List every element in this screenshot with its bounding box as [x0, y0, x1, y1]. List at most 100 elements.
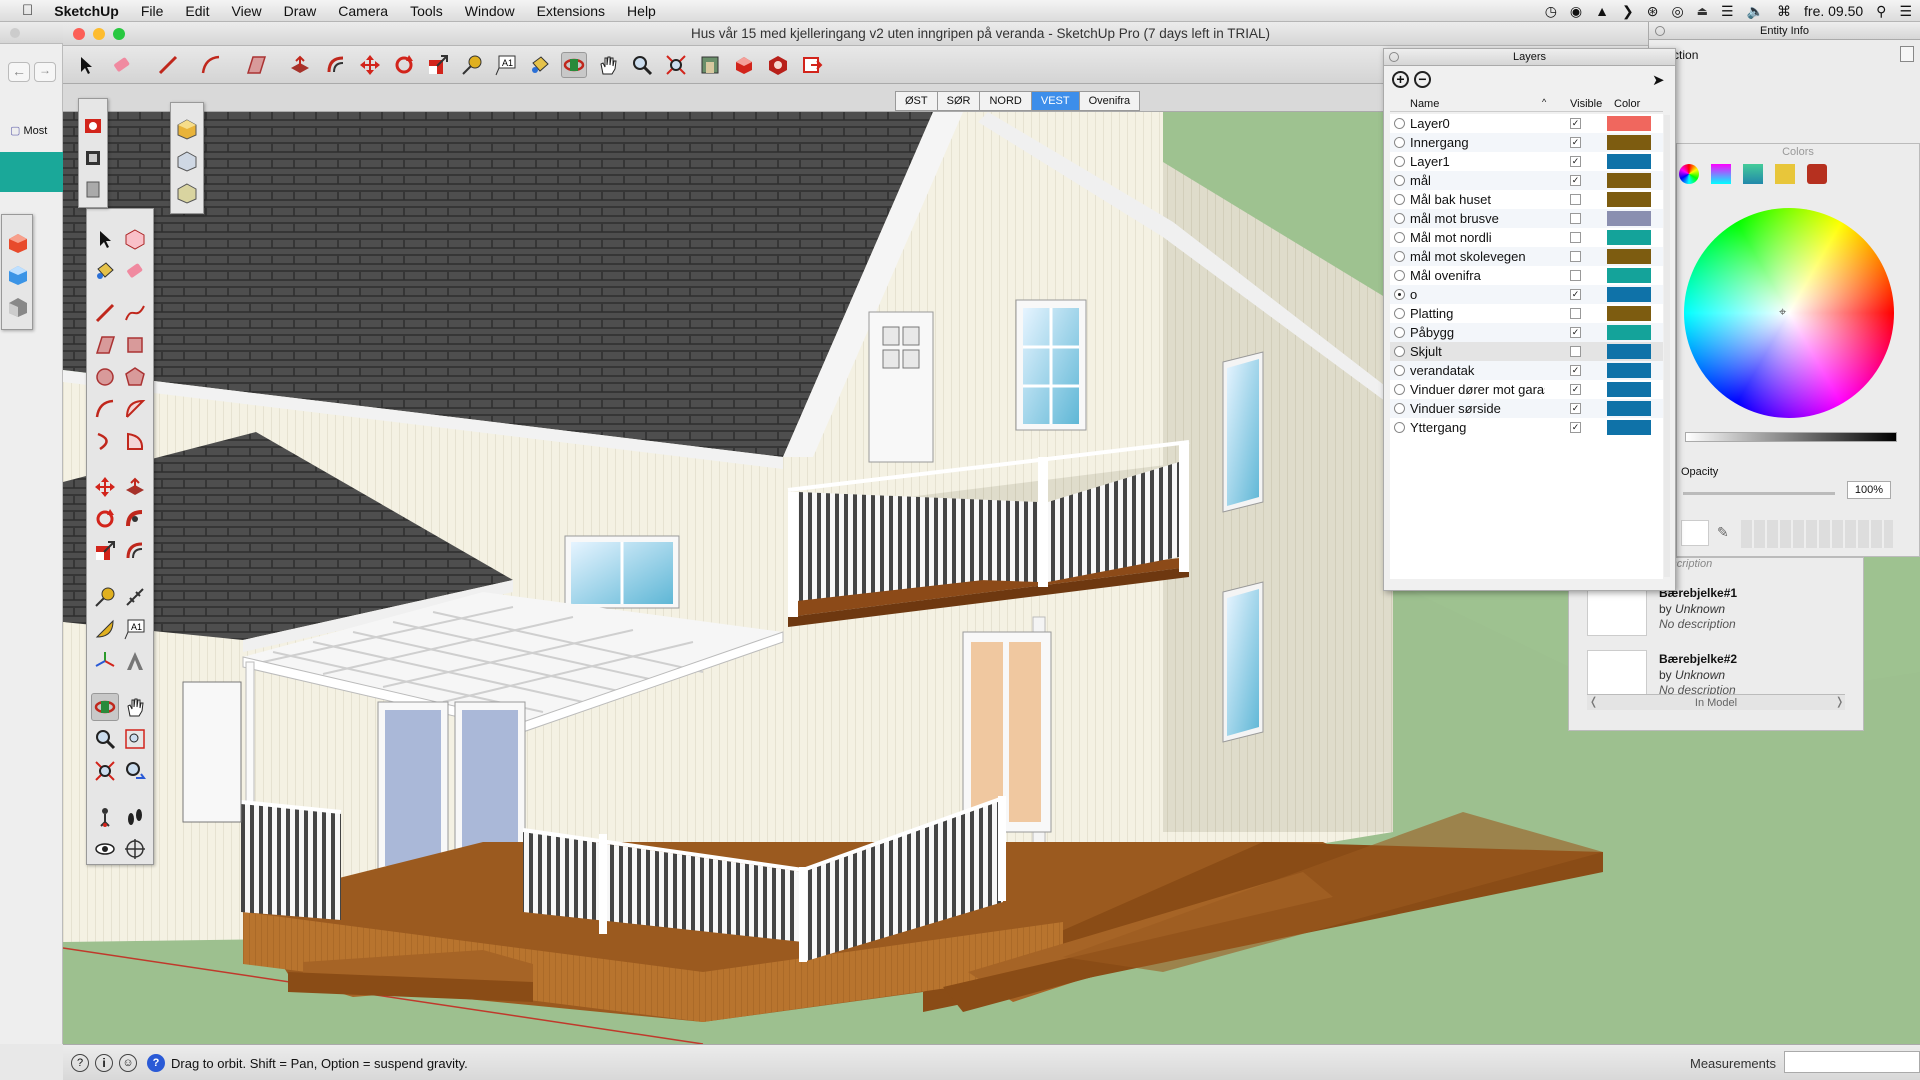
layer-name[interactable]: Layer1 — [1410, 154, 1545, 169]
layer-color-swatch[interactable] — [1607, 382, 1651, 397]
layout-send-icon[interactable] — [799, 52, 825, 78]
text-icon[interactable]: A1 — [121, 615, 149, 643]
zoom-tool-icon[interactable] — [629, 52, 655, 78]
close-panel-icon[interactable] — [1655, 26, 1665, 36]
brightness-slider[interactable] — [1685, 432, 1897, 442]
move-tool-icon[interactable] — [357, 52, 383, 78]
nav-right-icon[interactable]: ❭ — [1835, 695, 1844, 708]
active-layer-radio[interactable] — [1394, 422, 1405, 433]
paint-bucket-icon[interactable] — [91, 257, 119, 285]
visible-checkbox[interactable] — [1570, 213, 1581, 224]
layer-name[interactable]: Mål mot nordli — [1410, 230, 1545, 245]
visible-checkbox[interactable]: ✓ — [1570, 289, 1581, 300]
tape-measure-icon[interactable] — [91, 583, 119, 611]
notification-icon[interactable]: ◎ — [1671, 3, 1683, 20]
menu-edit[interactable]: Edit — [174, 0, 220, 22]
visible-checkbox[interactable]: ✓ — [1570, 384, 1581, 395]
layer-name[interactable]: Vinduer sørside — [1410, 401, 1545, 416]
active-layer-radio[interactable] — [1394, 118, 1405, 129]
layer-color-swatch[interactable] — [1607, 287, 1651, 302]
visible-checkbox[interactable] — [1570, 346, 1581, 357]
3d-text-icon[interactable] — [121, 647, 149, 675]
layers-scrollbar[interactable] — [1664, 115, 1670, 577]
line-icon[interactable] — [91, 299, 119, 327]
layer-name[interactable]: Yttergang — [1410, 420, 1545, 435]
layer-color-swatch[interactable] — [1607, 173, 1651, 188]
polygon-icon[interactable] — [121, 363, 149, 391]
scene-tab[interactable]: NORD — [980, 92, 1032, 110]
walk-icon[interactable] — [121, 803, 149, 831]
select-tool-icon[interactable] — [73, 52, 99, 78]
pan-icon[interactable] — [121, 693, 149, 721]
layer-row[interactable]: Innergang ✓ — [1390, 133, 1663, 152]
layer-name[interactable]: Platting — [1410, 306, 1545, 321]
rotate-tool-icon[interactable] — [391, 52, 417, 78]
nav-left-icon[interactable]: ❬ — [1589, 695, 1598, 708]
scene-tab[interactable]: VEST — [1031, 92, 1080, 110]
bookmark-most-visited[interactable]: ▢ Most — [10, 124, 47, 137]
layer-row[interactable]: Layer0 ✓ — [1390, 114, 1663, 133]
layer-color-swatch[interactable] — [1607, 116, 1651, 131]
layer-row[interactable]: mål mot skolevegen — [1390, 247, 1663, 266]
layer-row[interactable]: Vinduer dører mot garasje ✓ — [1390, 380, 1663, 399]
arc-icon[interactable] — [91, 395, 119, 423]
rectangle-icon[interactable] — [91, 331, 119, 359]
delete-layer-button[interactable]: − — [1414, 71, 1431, 88]
menu-camera[interactable]: Camera — [327, 0, 399, 22]
previous-view-icon[interactable] — [121, 757, 149, 785]
user-icon[interactable]: ☺ — [119, 1054, 137, 1072]
text-tool-icon[interactable]: A1 — [493, 52, 519, 78]
image-palettes-tab-icon[interactable] — [1775, 164, 1795, 184]
visible-checkbox[interactable]: ✓ — [1570, 137, 1581, 148]
layer-color-swatch[interactable] — [1607, 268, 1651, 283]
measurements-field[interactable] — [1784, 1051, 1920, 1073]
wifi-icon[interactable]: ☰ — [1721, 3, 1734, 20]
zoom-window-icon[interactable] — [121, 725, 149, 753]
layer-name[interactable]: Layer0 — [1410, 116, 1545, 131]
visible-checkbox[interactable] — [1570, 232, 1581, 243]
share-component-icon[interactable] — [79, 143, 107, 171]
help-icon[interactable]: ? — [147, 1054, 165, 1072]
scale-tool-icon[interactable] — [425, 52, 451, 78]
orbit-icon[interactable] — [91, 693, 119, 721]
shaded-box-icon[interactable] — [173, 179, 201, 207]
menu-draw[interactable]: Draw — [273, 0, 328, 22]
orbit-tool-icon[interactable] — [561, 52, 587, 78]
extension-warehouse-icon[interactable] — [765, 52, 791, 78]
visible-checkbox[interactable] — [1570, 270, 1581, 281]
active-layer-radio[interactable] — [1394, 137, 1405, 148]
layer-row[interactable]: Skjult — [1390, 342, 1663, 361]
close-panel-icon[interactable] — [1389, 52, 1399, 62]
layer-name[interactable]: Innergang — [1410, 135, 1545, 150]
position-camera-icon[interactable] — [91, 803, 119, 831]
warehouse-icon[interactable] — [697, 52, 723, 78]
layer-color-swatch[interactable] — [1607, 344, 1651, 359]
in-model-bar[interactable]: In Model — [1587, 694, 1845, 710]
wire-box-icon[interactable] — [173, 147, 201, 175]
swatches-grid[interactable] — [1741, 520, 1893, 548]
app-menu[interactable]: SketchUp — [43, 0, 130, 22]
move-icon[interactable] — [91, 473, 119, 501]
crayons-tab-icon[interactable] — [1807, 164, 1827, 184]
rectangle-tool-icon[interactable] — [243, 52, 269, 78]
name-column-header[interactable]: Name — [1410, 98, 1439, 110]
apple-menu-icon[interactable]:  — [0, 0, 43, 22]
active-layer-radio[interactable] — [1394, 270, 1405, 281]
layer-row[interactable]: Mål bak huset — [1390, 190, 1663, 209]
visible-checkbox[interactable] — [1570, 194, 1581, 205]
protractor-icon[interactable] — [91, 615, 119, 643]
color-wheel-tab-icon[interactable] — [1679, 164, 1699, 184]
geo-location-icon[interactable]: ? — [71, 1054, 89, 1072]
zoom-extents-icon[interactable] — [91, 757, 119, 785]
active-layer-radio[interactable] — [1394, 194, 1405, 205]
three-point-arc-icon[interactable] — [91, 427, 119, 455]
creative-cloud-icon[interactable]: ◉ — [1570, 3, 1582, 20]
notification-center-icon[interactable]: ☰ — [1899, 3, 1912, 20]
component-icon[interactable] — [1900, 46, 1914, 62]
arc-tool-icon[interactable] — [198, 52, 224, 78]
visible-checkbox[interactable]: ✓ — [1570, 422, 1581, 433]
rotate-icon[interactable] — [91, 505, 119, 533]
layer-name[interactable]: mål mot skolevegen — [1410, 249, 1545, 264]
offset-tool-icon[interactable] — [323, 52, 349, 78]
clock[interactable]: fre. 09.50 — [1804, 3, 1863, 19]
